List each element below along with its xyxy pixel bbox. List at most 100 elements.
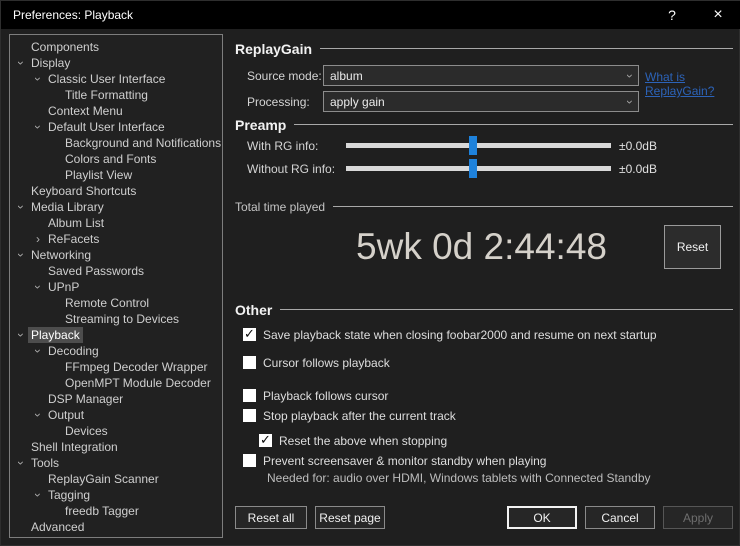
tree-item[interactable]: Context Menu	[10, 103, 222, 119]
processing-select[interactable]: apply gain	[323, 91, 639, 112]
tree-item[interactable]: Remote Control	[10, 295, 222, 311]
tree-item[interactable]: Tools	[10, 455, 222, 471]
source-mode-value: album	[330, 69, 628, 83]
tree-item[interactable]: OpenMPT Module Decoder	[10, 375, 222, 391]
tree-item[interactable]: Tagging	[10, 487, 222, 503]
tree-item-label: Remote Control	[62, 295, 152, 311]
checkbox[interactable]	[259, 434, 272, 447]
tree-item[interactable]: Networking	[10, 247, 222, 263]
tree-item[interactable]: Keyboard Shortcuts	[10, 183, 222, 199]
chevron-icon[interactable]	[14, 457, 28, 469]
checkbox[interactable]	[243, 328, 256, 341]
tree-item-label: Playback	[28, 327, 83, 343]
what-is-replaygain-link[interactable]: What is ReplayGain?	[645, 70, 731, 98]
chevron-icon[interactable]	[14, 57, 28, 69]
checkbox-row[interactable]: Save playback state when closing foobar2…	[243, 327, 733, 342]
slider-value: ±0.0dB	[619, 162, 657, 176]
checkbox-label: Stop playback after the current track	[263, 409, 456, 423]
chevron-icon[interactable]	[31, 345, 45, 357]
tree-item-label: DSP Manager	[45, 391, 126, 407]
standby-note: Needed for: audio over HDMI, Windows tab…	[267, 471, 733, 485]
checkbox[interactable]	[243, 409, 256, 422]
tree-item-label: Shell Integration	[28, 439, 121, 455]
tree-item[interactable]: Streaming to Devices	[10, 311, 222, 327]
tree-item[interactable]: Devices	[10, 423, 222, 439]
tree-item[interactable]: Background and Notifications	[10, 135, 222, 151]
tree-item[interactable]: freedb Tagger	[10, 503, 222, 519]
preamp-slider[interactable]	[346, 158, 611, 179]
ok-button[interactable]: OK	[507, 506, 577, 529]
checkbox-row[interactable]: Stop playback after the current track	[243, 408, 733, 423]
titlebar[interactable]: Preferences: Playback ? ×	[1, 1, 740, 29]
tree-item[interactable]: ReFacets	[10, 231, 222, 247]
other-heading: Other	[235, 302, 272, 318]
total-time-value: 5wk 0d 2:44:48	[235, 226, 664, 268]
preamp-slider[interactable]	[346, 135, 611, 156]
tree-item-label: Output	[45, 407, 87, 423]
reset-page-button[interactable]: Reset page	[315, 506, 385, 529]
reset-all-button[interactable]: Reset all	[235, 506, 307, 529]
preamp-group-header: Preamp	[235, 117, 733, 132]
tree-item-label: Decoding	[45, 343, 102, 359]
tree-item[interactable]: Classic User Interface	[10, 71, 222, 87]
preferences-tree: Components Display Classic User Interfac…	[9, 34, 223, 538]
checkbox-row[interactable]: Reset the above when stopping	[259, 433, 733, 448]
tree-item-label: Streaming to Devices	[62, 311, 182, 327]
chevron-icon[interactable]	[31, 489, 45, 501]
tree-item[interactable]: Saved Passwords	[10, 263, 222, 279]
tree-item-label: Networking	[28, 247, 94, 263]
tree-item[interactable]: Media Library	[10, 199, 222, 215]
tree-item[interactable]: Title Formatting	[10, 87, 222, 103]
checkbox-row[interactable]: Prevent screensaver & monitor standby wh…	[243, 453, 733, 468]
chevron-icon[interactable]	[14, 201, 28, 213]
slider-track[interactable]	[346, 166, 611, 171]
chevron-icon[interactable]	[14, 249, 28, 261]
apply-button[interactable]: Apply	[663, 506, 733, 529]
checkbox-row[interactable]: Playback follows cursor	[243, 388, 733, 403]
checkbox-row[interactable]: Cursor follows playback	[243, 355, 733, 370]
cancel-button[interactable]: Cancel	[585, 506, 655, 529]
chevron-icon[interactable]	[31, 409, 45, 421]
tree-item[interactable]: Components	[10, 39, 222, 55]
preamp-slider-row: With RG info: ±0.0dB	[235, 135, 733, 156]
chevron-icon[interactable]	[31, 233, 45, 245]
tree-item[interactable]: Shell Integration	[10, 439, 222, 455]
tree-item[interactable]: UPnP	[10, 279, 222, 295]
checkbox-label: Playback follows cursor	[263, 389, 388, 403]
tree-item-label: FFmpeg Decoder Wrapper	[62, 359, 211, 375]
chevron-icon[interactable]	[14, 329, 28, 341]
footer-buttons: Reset all Reset page OK Cancel Apply	[235, 506, 733, 529]
reset-time-button[interactable]: Reset	[664, 225, 721, 269]
help-icon[interactable]: ?	[649, 1, 695, 29]
tree-item[interactable]: Decoding	[10, 343, 222, 359]
checkbox[interactable]	[243, 356, 256, 369]
slider-track[interactable]	[346, 143, 611, 148]
slider-thumb[interactable]	[469, 159, 477, 178]
replaygain-group-header: ReplayGain	[235, 41, 733, 56]
tree-item[interactable]: Album List	[10, 215, 222, 231]
tree-item-label: Classic User Interface	[45, 71, 168, 87]
tree-item[interactable]: Output	[10, 407, 222, 423]
tree-item[interactable]: Default User Interface	[10, 119, 222, 135]
tree-item[interactable]: Playlist View	[10, 167, 222, 183]
chevron-icon[interactable]	[31, 281, 45, 293]
chevron-icon[interactable]	[31, 73, 45, 85]
tree-item-label: Saved Passwords	[45, 263, 147, 279]
checkbox[interactable]	[243, 454, 256, 467]
tree-item[interactable]: Advanced	[10, 519, 222, 535]
checkbox[interactable]	[243, 389, 256, 402]
source-mode-select[interactable]: album	[323, 65, 639, 86]
tree-item[interactable]: ReplayGain Scanner	[10, 471, 222, 487]
tree-item[interactable]: Colors and Fonts	[10, 151, 222, 167]
tree-item[interactable]: Playback	[10, 327, 222, 343]
total-time-row: 5wk 0d 2:44:48 Reset	[235, 225, 733, 269]
close-icon[interactable]: ×	[695, 1, 740, 29]
tree-item[interactable]: DSP Manager	[10, 391, 222, 407]
chevron-icon[interactable]	[31, 121, 45, 133]
slider-thumb[interactable]	[469, 136, 477, 155]
chevron-down-icon	[623, 100, 637, 104]
tree-item[interactable]: FFmpeg Decoder Wrapper	[10, 359, 222, 375]
tree-item-label: ReplayGain Scanner	[45, 471, 162, 487]
tree-item-label: freedb Tagger	[62, 503, 142, 519]
tree-item[interactable]: Display	[10, 55, 222, 71]
